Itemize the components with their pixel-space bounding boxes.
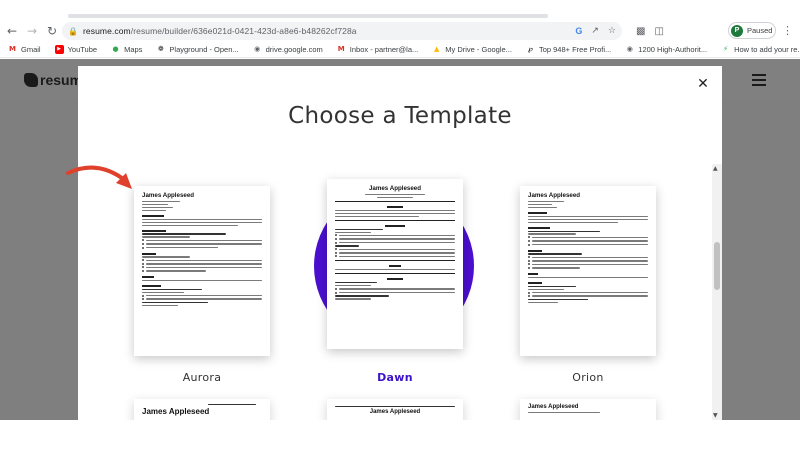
- bookmark-gmail[interactable]: M Gmail: [8, 45, 41, 54]
- browser-window: ← → ↻ 🔒 resume.com/resume/builder/636e02…: [0, 0, 800, 420]
- template-card-row2-left[interactable]: James Appleseed: [134, 399, 270, 420]
- feed-icon: ℘: [527, 45, 533, 53]
- template-card-dawn[interactable]: James Appleseed: [327, 179, 463, 349]
- template-modal: ✕ Choose a Template James Appleseed Auro…: [66, 66, 722, 420]
- bookmark-top-948[interactable]: ℘ Top 948+ Free Profi...: [526, 45, 611, 54]
- reload-icon[interactable]: ↻: [44, 23, 60, 39]
- hamburger-menu-icon[interactable]: [752, 74, 766, 86]
- template-name-orion[interactable]: Orion: [520, 371, 656, 384]
- modal-title: Choose a Template: [288, 103, 512, 129]
- bookmark-how-to-add[interactable]: ⚡ How to add your re...: [721, 45, 800, 54]
- close-icon[interactable]: ✕: [696, 77, 710, 91]
- share-icon[interactable]: ↗: [591, 26, 599, 36]
- bookmark-inbox[interactable]: M Inbox - partner@la...: [337, 45, 418, 54]
- browser-toolbar: ← → ↻ 🔒 resume.com/resume/builder/636e02…: [0, 20, 800, 42]
- site-logo[interactable]: resum: [24, 72, 82, 88]
- bookmark-my-drive[interactable]: ▲ My Drive - Google...: [432, 45, 512, 54]
- globe-icon: ◉: [626, 45, 633, 53]
- url-text[interactable]: resume.com/resume/builder/636e021d-0421-…: [83, 26, 357, 36]
- bookmark-1200-high[interactable]: ◉ 1200 High-Authorit...: [625, 45, 707, 54]
- lock-icon[interactable]: 🔒: [68, 27, 78, 36]
- gmail-icon: M: [9, 45, 16, 53]
- side-panel-icon[interactable]: ◫: [654, 26, 663, 37]
- bookmark-youtube[interactable]: ▶ YouTube: [54, 45, 97, 54]
- avatar: P: [731, 24, 743, 37]
- bookmark-playground[interactable]: ❁ Playground - Open...: [156, 45, 239, 54]
- extensions-puzzle-icon[interactable]: ▩: [636, 26, 645, 37]
- screen-bottom-margin: [0, 420, 800, 449]
- scroll-down-icon[interactable]: ▼: [713, 412, 718, 419]
- template-card-orion[interactable]: James Appleseed: [520, 186, 656, 356]
- browser-menu-icon[interactable]: ⋮: [782, 24, 793, 37]
- profile-status: Paused: [747, 26, 773, 35]
- resume-logo-icon: [24, 73, 38, 87]
- page-content: resum ✕ Choose a Template James Applesee…: [0, 59, 800, 420]
- tab-strip: [0, 0, 800, 20]
- scroll-up-icon[interactable]: ▲: [713, 165, 718, 172]
- bolt-icon: ⚡: [723, 45, 729, 53]
- back-icon[interactable]: ←: [4, 23, 20, 39]
- maps-icon: ●: [112, 45, 119, 53]
- modal-scrollbar[interactable]: ▲ ▼: [712, 164, 722, 420]
- bookmark-star-icon[interactable]: ☆: [608, 26, 616, 36]
- address-bar[interactable]: 🔒 resume.com/resume/builder/636e021d-042…: [62, 22, 622, 40]
- openai-icon: ❁: [157, 45, 164, 53]
- forward-icon[interactable]: →: [24, 23, 40, 39]
- profile-button[interactable]: P Paused: [728, 22, 776, 39]
- bookmarks-bar: M Gmail ▶ YouTube ● Maps ❁ Playground - Open…: [0, 42, 800, 58]
- tab-indicator: [68, 14, 548, 18]
- template-card-aurora[interactable]: James Appleseed: [134, 186, 270, 356]
- template-name-dawn[interactable]: Dawn: [327, 371, 463, 384]
- template-card-row2-center[interactable]: James Appleseed: [327, 399, 463, 420]
- google-lens-icon[interactable]: G: [575, 26, 582, 36]
- bookmark-drive-url[interactable]: ◉ drive.google.com: [253, 45, 323, 54]
- youtube-icon: ▶: [54, 45, 64, 54]
- scrollbar-thumb[interactable]: [714, 242, 720, 290]
- template-name-aurora[interactable]: Aurora: [134, 371, 270, 384]
- gmail-icon: M: [337, 45, 345, 53]
- template-card-row2-right[interactable]: James Appleseed: [520, 399, 656, 420]
- globe-icon: ◉: [254, 45, 261, 53]
- drive-icon: ▲: [434, 45, 440, 53]
- bookmark-maps[interactable]: ● Maps: [111, 45, 143, 54]
